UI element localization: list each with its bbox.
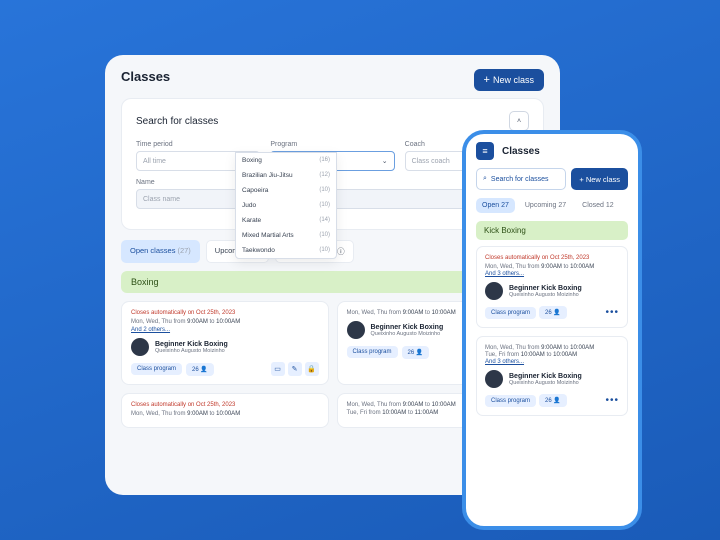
tab-upcoming[interactable]: Upcoming 27 (519, 198, 572, 213)
dropdown-item[interactable]: Capoeira(10) (236, 183, 336, 198)
time-label: Time period (136, 141, 260, 148)
new-class-button[interactable]: + New class (474, 69, 544, 91)
tab-closed[interactable]: Closed 12 (576, 198, 620, 213)
coach-name: Queixinho Augusto Moizinho (509, 292, 619, 298)
new-class-button[interactable]: +New class (571, 168, 628, 190)
search-input[interactable]: ⌕Search for classes (476, 168, 566, 190)
info-icon: ⓘ (337, 247, 345, 256)
dropdown-item[interactable]: Taekwondo(10) (236, 243, 336, 258)
coach-name: Queixinho Augusto Moizinho (155, 348, 319, 354)
tab-open[interactable]: Open 27 (476, 198, 515, 213)
schedule: Mon, Wed, Thu from 9:00AM to 10:00AM (485, 264, 619, 270)
program-chip[interactable]: Class program (347, 346, 398, 358)
section-header: Kick Boxing (476, 221, 628, 240)
class-name: Beginner Kick Boxing (155, 341, 319, 348)
dropdown-item[interactable]: Judo(10) (236, 198, 336, 213)
class-name: Beginner Kick Boxing (509, 373, 619, 380)
collapse-button[interactable]: ˄ (509, 111, 529, 131)
search-icon: ⌕ (483, 175, 487, 183)
dropdown-item[interactable]: Boxing(16) (236, 153, 336, 168)
program-dropdown: Boxing(16) Brazilian Jiu-Jitsu(12) Capoe… (235, 152, 337, 259)
others-link[interactable]: And 2 others... (131, 327, 319, 333)
program-chip[interactable]: Class program (485, 395, 536, 407)
avatar (131, 338, 149, 356)
class-card[interactable]: Closes automatically on Oct 25th, 2023 M… (121, 393, 329, 428)
count-chip: 26 👤 (539, 306, 567, 319)
page-title: Classes (502, 146, 540, 157)
count-chip: 26 👤 (186, 363, 214, 376)
autoclose-notice: Closes automatically on Oct 25th, 2023 (131, 310, 319, 316)
edit-icon[interactable]: ✎ (288, 362, 302, 376)
mobile-view: ≡ Classes ⌕Search for classes +New class… (462, 130, 642, 530)
class-card[interactable]: Mon, Wed, Thu from 9:00AM to 10:00AM Tue… (476, 336, 628, 416)
schedule: Tue, Fri from 10:00AM to 10:00AM (485, 352, 619, 358)
dropdown-item[interactable]: Brazilian Jiu-Jitsu(12) (236, 168, 336, 183)
chevron-down-icon: ⌄ (382, 157, 388, 165)
schedule: Mon, Wed, Thu from 9:00AM to 10:00AM (485, 345, 619, 351)
plus-icon: + (579, 175, 583, 184)
autoclose-notice: Closes automatically on Oct 25th, 2023 (485, 255, 619, 261)
program-label: Program (270, 141, 394, 148)
schedule: Mon, Wed, Thu from 9:00AM to 10:00AM (131, 319, 319, 325)
dropdown-item[interactable]: Mixed Martial Arts(10) (236, 228, 336, 243)
count-chip: 26 👤 (402, 346, 430, 359)
tabs: Open 27 Upcoming 27 Closed 12 (466, 198, 638, 221)
schedule: Mon, Wed, Thu from 9:00AM to 10:00AM (131, 411, 319, 417)
search-title: Search for classes (136, 116, 218, 127)
class-card[interactable]: Closes automatically on Oct 25th, 2023 M… (121, 301, 329, 385)
program-chip[interactable]: Class program (131, 363, 182, 375)
program-chip[interactable]: Class program (485, 307, 536, 319)
others-link[interactable]: And 3 others... (485, 271, 619, 277)
dropdown-item[interactable]: Karate(14) (236, 213, 336, 228)
coach-name: Queixinho Augusto Moizinho (509, 380, 619, 386)
class-card[interactable]: Closes automatically on Oct 25th, 2023 M… (476, 246, 628, 328)
more-icon[interactable]: ••• (605, 395, 619, 406)
count-chip: 26 👤 (539, 394, 567, 407)
class-name: Beginner Kick Boxing (509, 285, 619, 292)
others-link[interactable]: And 3 others... (485, 359, 619, 365)
lock-icon[interactable]: 🔒 (305, 362, 319, 376)
menu-button[interactable]: ≡ (476, 142, 494, 160)
tab-open[interactable]: Open classes(27) (121, 240, 200, 263)
avatar (485, 370, 503, 388)
avatar (347, 321, 365, 339)
chevron-up-icon: ˄ (517, 118, 521, 125)
more-icon[interactable]: ••• (605, 307, 619, 318)
new-class-label: New class (493, 75, 534, 85)
card-icon[interactable]: ▭ (271, 362, 285, 376)
autoclose-notice: Closes automatically on Oct 25th, 2023 (131, 402, 319, 408)
avatar (485, 282, 503, 300)
